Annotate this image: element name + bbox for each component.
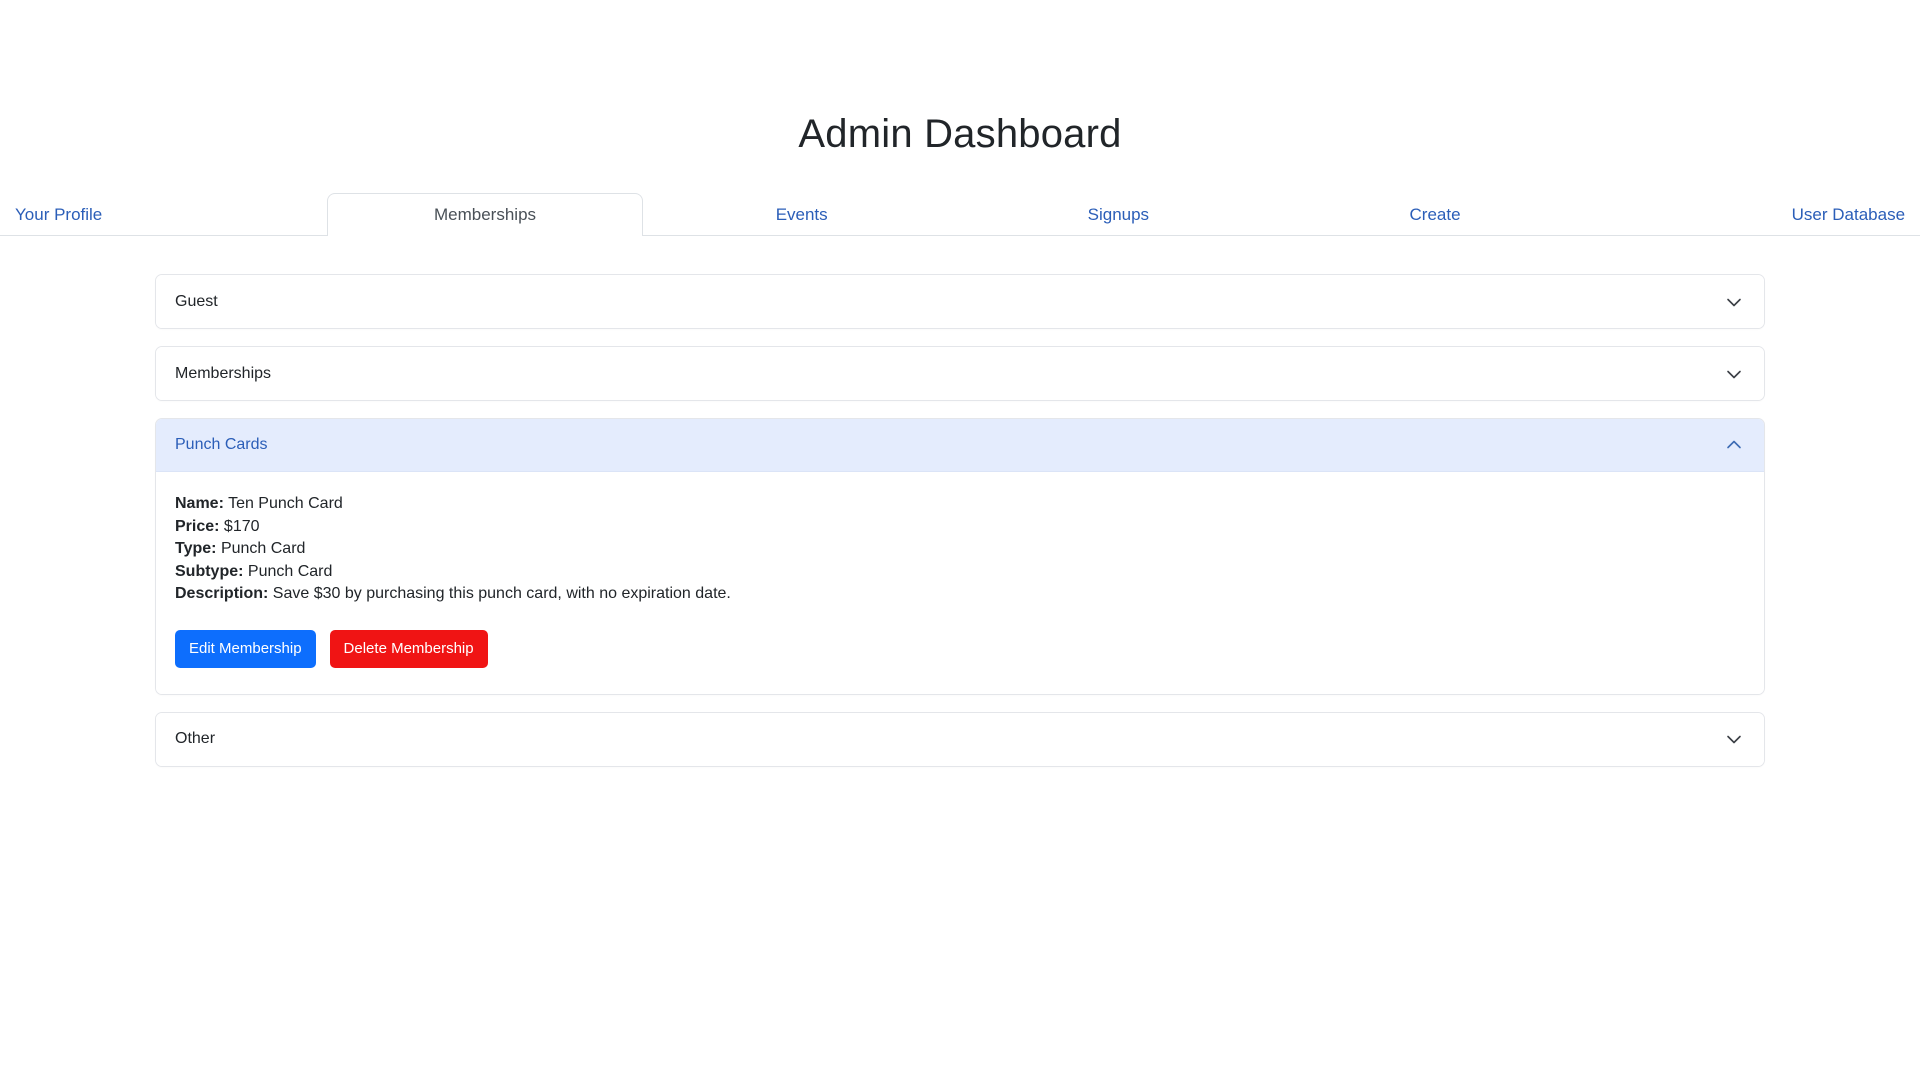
accordion-header[interactable]: Guest (156, 275, 1764, 328)
accordion-title: Other (175, 730, 216, 747)
accordion-title: Memberships (175, 364, 272, 382)
accordion-header[interactable]: Memberships (156, 347, 1764, 400)
accordion-title: Guest (175, 292, 218, 310)
detail-value: Save $30 by purchasing this punch card, … (272, 585, 731, 602)
tab-signups[interactable]: Signups (960, 193, 1277, 236)
detail-label: Description: (175, 585, 269, 602)
tab-your-profile[interactable]: Your Profile (0, 193, 327, 236)
accordion-section-guest: Guest (155, 274, 1765, 329)
accordion-header[interactable]: Other (156, 712, 1764, 766)
delete-membership-button[interactable]: Delete Membership (329, 629, 488, 668)
detail-label: Type: (175, 540, 217, 557)
detail-label: Name: (175, 495, 224, 512)
accordion-title: Punch Cards (175, 436, 268, 453)
detail-value: Ten Punch Card (228, 495, 343, 512)
page-title: Admin Dashboard (798, 112, 1122, 156)
detail-label: Subtype: (175, 562, 244, 580)
detail-value: Punch Card (247, 562, 333, 580)
chevron-down-icon[interactable] (1724, 364, 1744, 384)
tab-user-database[interactable]: User Database (1593, 193, 1920, 236)
detail-row: Price: $170 (175, 516, 1744, 539)
detail-row: Subtype: Punch Card (175, 561, 1744, 584)
detail-label: Price: (175, 517, 220, 535)
tab-memberships[interactable]: Memberships (326, 193, 644, 236)
detail-row: Description: Save $30 by purchasing this… (175, 583, 1744, 606)
tab-events[interactable]: Events (643, 193, 960, 236)
main-tab-bar: Your Profile Memberships Events Signups Crea… (0, 193, 1920, 236)
detail-value: $170 (223, 517, 260, 535)
edit-membership-button[interactable]: Edit Membership (175, 629, 316, 668)
chevron-down-icon[interactable] (1724, 292, 1744, 312)
detail-row: Name: Ten Punch Card (175, 493, 1744, 516)
chevron-up-icon[interactable] (1724, 435, 1744, 455)
accordion-body: Name: Ten Punch Card Price: $170 Type: Pun… (156, 472, 1764, 694)
detail-row: Type: Punch Card (175, 538, 1744, 561)
detail-value: Punch Card (220, 540, 306, 557)
accordion-section-other: Other (155, 711, 1765, 767)
tab-create[interactable]: Create (1277, 193, 1594, 236)
admin-dashboard-page: Admin Dashboard Your Profile Memberships E… (0, 0, 1920, 1078)
accordion-header[interactable]: Punch Cards (156, 419, 1764, 472)
accordion-section-punch-cards: Punch Cards Name: Ten Punch Card Price: $1… (155, 418, 1765, 695)
membership-accordion: Guest Memberships Punch Cards Name: Ten Pun… (155, 274, 1765, 767)
membership-action-buttons: Edit Membership Delete Membership (175, 629, 1744, 668)
chevron-down-icon[interactable] (1724, 729, 1744, 749)
accordion-section-memberships: Memberships (155, 346, 1765, 401)
